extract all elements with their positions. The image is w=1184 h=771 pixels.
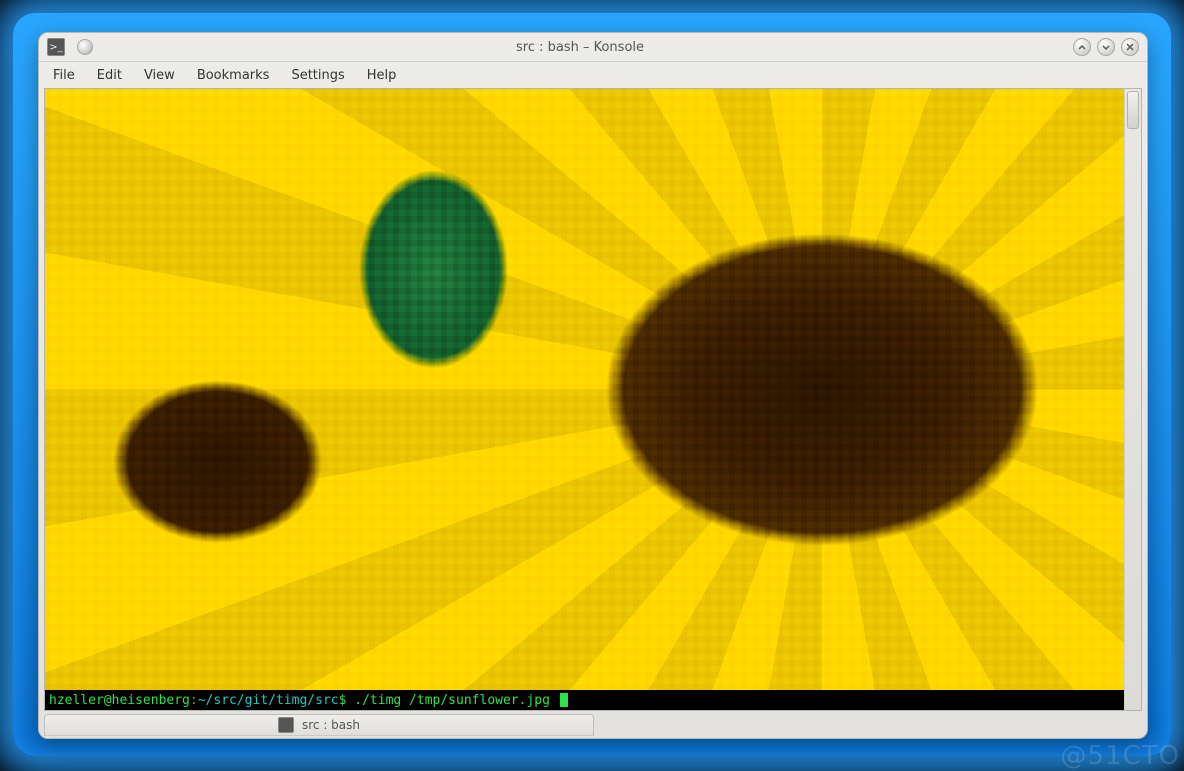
prompt-colon: :: [190, 693, 198, 708]
terminal-container: hzeller@heisenberg:~/src/git/timg/src$ .…: [44, 88, 1142, 711]
tab-src-bash[interactable]: src : bash: [44, 714, 594, 736]
menu-bookmarks[interactable]: Bookmarks: [187, 64, 280, 87]
tabbar: src : bash: [44, 714, 1142, 736]
close-button[interactable]: [1121, 38, 1139, 56]
maximize-icon: [1101, 42, 1111, 52]
app-icon: >_: [47, 38, 65, 56]
scrollbar[interactable]: [1124, 88, 1142, 711]
pin-button[interactable]: [77, 39, 93, 55]
titlebar[interactable]: >_ src : bash – Konsole: [39, 33, 1147, 62]
menu-help[interactable]: Help: [357, 64, 407, 87]
menubar: File Edit View Bookmarks Settings Help: [39, 62, 1147, 88]
menu-file[interactable]: File: [43, 64, 85, 87]
maximize-button[interactable]: [1097, 38, 1115, 56]
scrollbar-thumb[interactable]: [1127, 91, 1139, 129]
prompt-command: ./timg /tmp/sunflower.jpg: [346, 693, 557, 708]
minimize-button[interactable]: [1073, 38, 1091, 56]
minimize-icon: [1077, 42, 1087, 52]
cursor-block: [560, 693, 568, 707]
menu-settings[interactable]: Settings: [281, 64, 354, 87]
window-title: src : bash – Konsole: [93, 40, 1067, 55]
terminal-icon: [278, 717, 294, 733]
prompt-dollar: $: [339, 693, 347, 708]
prompt-line: hzeller@heisenberg:~/src/git/timg/src$ .…: [49, 692, 1124, 708]
menu-view[interactable]: View: [134, 64, 185, 87]
prompt-cwd: ~/src/git/timg/src: [198, 693, 339, 708]
konsole-window: >_ src : bash – Konsole File Edit View B…: [38, 32, 1148, 739]
tab-label: src : bash: [302, 718, 360, 732]
prompt-user-host: hzeller@heisenberg: [49, 693, 190, 708]
terminal-image-output: [45, 89, 1124, 690]
close-icon: [1125, 42, 1135, 52]
menu-edit[interactable]: Edit: [87, 64, 132, 87]
terminal[interactable]: hzeller@heisenberg:~/src/git/timg/src$ .…: [44, 88, 1124, 711]
